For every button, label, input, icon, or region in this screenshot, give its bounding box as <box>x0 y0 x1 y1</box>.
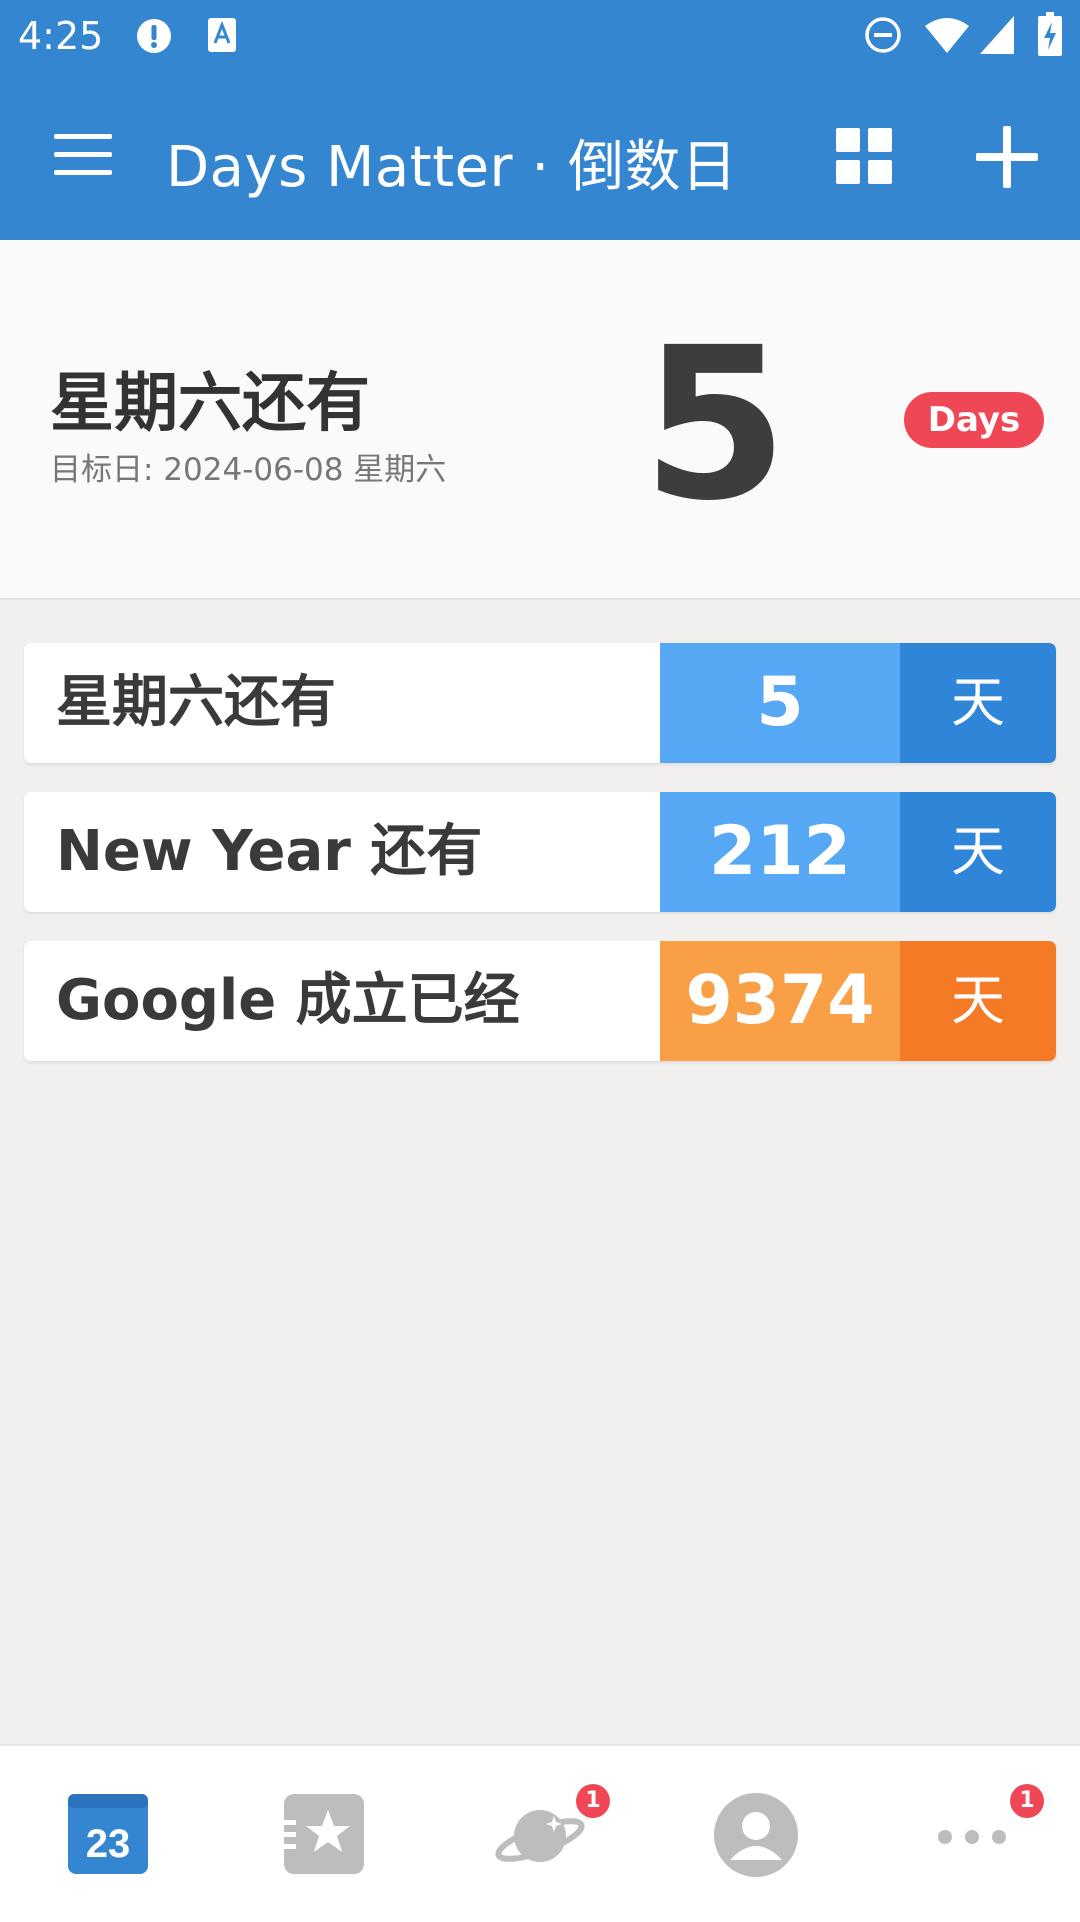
cell-signal-icon <box>980 16 1014 54</box>
do-not-disturb-icon <box>865 17 901 53</box>
notification-badge: 1 <box>1010 1784 1044 1818</box>
event-row[interactable]: New Year 还有 212 天 <box>24 792 1056 912</box>
event-day-count: 9374 <box>660 941 900 1061</box>
battery-charging-icon <box>1038 12 1062 56</box>
event-day-count: 5 <box>660 643 900 763</box>
nav-item-discover[interactable]: 1 <box>432 1746 648 1922</box>
nav-item-profile[interactable] <box>648 1746 864 1922</box>
notification-badge: 1 <box>576 1784 610 1818</box>
featured-event-days-number: 5 <box>641 302 789 547</box>
menu-icon[interactable] <box>54 132 112 178</box>
app-bar: Days Matter · 倒数日 <box>0 72 1080 240</box>
more-icon <box>938 1830 1006 1844</box>
nav-item-calendar[interactable]: 23 <box>0 1746 216 1922</box>
add-icon[interactable] <box>976 126 1038 188</box>
event-label: Google 成立已经 <box>56 968 520 1033</box>
app-title: Days Matter · 倒数日 <box>166 135 738 200</box>
profile-icon <box>714 1793 798 1877</box>
text-notification-icon <box>208 18 236 52</box>
event-label: 星期六还有 <box>56 670 336 735</box>
wifi-icon <box>925 18 969 53</box>
event-day-unit: 天 <box>900 941 1056 1061</box>
planet-icon <box>495 1810 585 1862</box>
star-list-icon <box>282 1794 364 1874</box>
event-day-count: 212 <box>660 792 900 912</box>
event-row[interactable]: Google 成立已经 9374 天 <box>24 941 1056 1061</box>
status-bar: 4:25 <box>0 0 1080 72</box>
event-row[interactable]: 星期六还有 5 天 <box>24 643 1056 763</box>
calendar-icon: 23 <box>68 1794 148 1874</box>
bottom-nav: 23 1 1 <box>0 1744 1080 1922</box>
grid-icon[interactable] <box>836 128 892 184</box>
calendar-date-text: 23 <box>86 1822 131 1866</box>
event-list: 星期六还有 5 天 New Year 还有 212 天 Google 成立已经 … <box>24 643 1056 1090</box>
featured-event-target-date: 目标日: 2024-06-08 星期六 <box>50 452 447 488</box>
status-time: 4:25 <box>18 14 104 58</box>
event-day-unit: 天 <box>900 792 1056 912</box>
alert-notification-icon <box>137 19 171 53</box>
event-day-unit: 天 <box>900 643 1056 763</box>
featured-event-title: 星期六还有 <box>50 367 370 441</box>
days-badge: Days <box>904 392 1044 448</box>
featured-event-card[interactable]: 星期六还有 目标日: 2024-06-08 星期六 5 Days <box>0 240 1080 600</box>
nav-item-more[interactable]: 1 <box>864 1746 1080 1922</box>
nav-item-favorites[interactable] <box>216 1746 432 1922</box>
event-label: New Year 还有 <box>56 819 483 884</box>
